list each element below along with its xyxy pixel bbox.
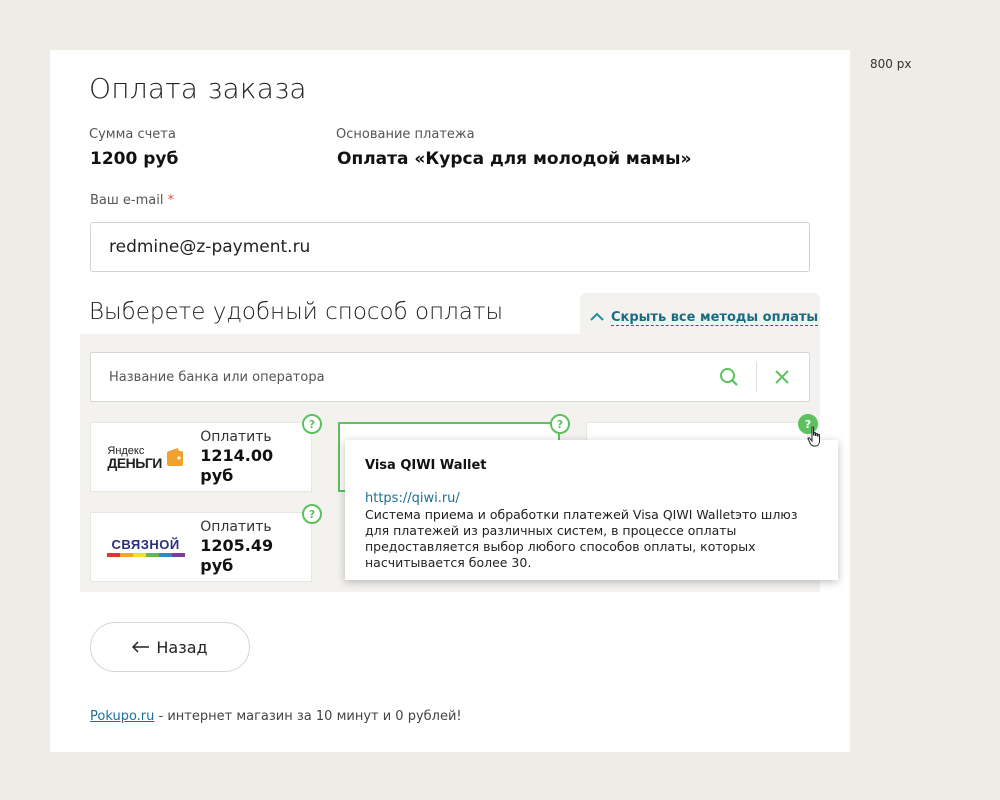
search-placeholder: Название банка или оператора — [109, 369, 325, 385]
basis-value: Оплата «Курса для молодой мамы» — [337, 149, 692, 169]
tooltip-description: Система приема и обработки платежей Visa… — [365, 507, 798, 570]
search-divider — [756, 362, 757, 392]
method-svyaznoy[interactable]: СВЯЗНОЙ Оплатить 1205.49 руб — [90, 512, 312, 582]
method-info-tooltip: Visa QIWI Wallet https://qiwi.ru/ Систем… — [345, 440, 838, 580]
email-label-text: Ваш e-mail — [90, 193, 164, 208]
pay-amount: 1214.00 руб — [200, 446, 274, 485]
tooltip-link[interactable]: https://qiwi.ru/ — [365, 490, 818, 507]
required-mark: * — [167, 193, 175, 208]
help-icon[interactable]: ? — [302, 414, 322, 434]
close-icon[interactable] — [767, 370, 797, 384]
amount-value: 1200 руб — [90, 149, 179, 169]
help-icon[interactable]: ? — [302, 504, 322, 524]
bank-search-input[interactable]: Название банка или оператора — [90, 352, 810, 402]
footer: Pokupo.ru - интернет магазин за 10 минут… — [90, 709, 462, 724]
method-yandex-money[interactable]: Яндекс ДЕНЬГИ Оплатить 1214.00 руб — [90, 422, 312, 492]
wallet-icon — [166, 448, 183, 466]
page-title: Оплата заказа — [89, 72, 307, 105]
amount-label: Сумма счета — [89, 127, 176, 142]
email-field[interactable]: redmine@z-payment.ru — [90, 222, 810, 272]
back-label: Назад — [156, 637, 208, 657]
tooltip-title: Visa QIWI Wallet — [365, 458, 487, 473]
size-annotation: 800 px — [870, 57, 912, 71]
basis-label: Основание платежа — [336, 127, 475, 142]
pay-label: Оплатить — [200, 519, 272, 535]
yandex-money-logo: Яндекс ДЕНЬГИ — [91, 445, 200, 471]
hide-methods-label: Скрыть все методы оплаты — [611, 310, 819, 326]
footer-text: - интернет магазин за 10 минут и 0 рубле… — [154, 709, 462, 724]
footer-link[interactable]: Pokupo.ru — [90, 709, 154, 724]
help-icon[interactable]: ? — [550, 414, 570, 434]
yandex-logo-bottom: ДЕНЬГИ — [107, 455, 162, 471]
arrow-left-icon — [132, 638, 150, 657]
chevron-up-icon — [590, 311, 604, 326]
svyaznoy-logo: СВЯЗНОЙ — [91, 537, 200, 557]
pay-label: Оплатить — [200, 429, 272, 445]
email-value: redmine@z-payment.ru — [109, 237, 311, 257]
pay-amount: 1205.49 руб — [200, 536, 274, 575]
payment-section-title: Выберете удобный способ оплаты — [89, 299, 504, 325]
payment-card: Оплата заказа Сумма счета 1200 руб Основ… — [50, 50, 850, 752]
svyaznoy-logo-stripe — [106, 553, 185, 557]
svyaznoy-logo-text: СВЯЗНОЙ — [111, 537, 180, 552]
back-button[interactable]: Назад — [90, 622, 250, 672]
hand-cursor-icon — [807, 426, 823, 452]
search-icon[interactable] — [714, 367, 744, 387]
email-label: Ваш e-mail * — [90, 193, 174, 208]
